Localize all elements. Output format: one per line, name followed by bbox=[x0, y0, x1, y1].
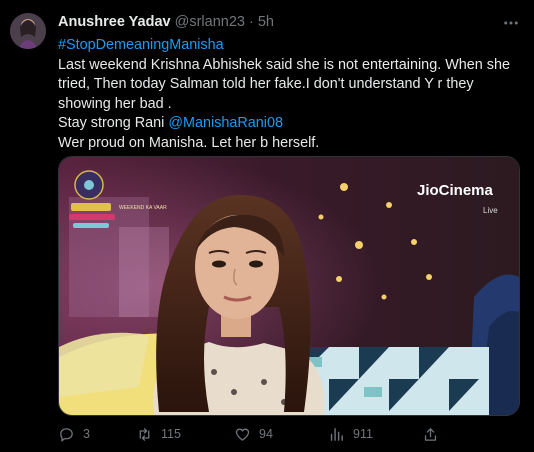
live-label: Live bbox=[483, 206, 498, 215]
tweet-header: Anushree Yadav @srlann23 · 5h bbox=[58, 14, 274, 30]
like-count: 94 bbox=[259, 427, 273, 441]
author-name[interactable]: Anushree Yadav bbox=[58, 14, 171, 30]
author-handle[interactable]: @srlann23 bbox=[175, 14, 245, 30]
tweet-text: #StopDemeaningManisha Last weekend Krish… bbox=[58, 36, 522, 153]
more-options-button[interactable] bbox=[500, 12, 522, 34]
photo-scene: WEEKEND KA VAAR JioCinema Live bbox=[59, 157, 519, 415]
retweet-button[interactable]: 115 bbox=[136, 424, 181, 444]
tweet-line: Wer proud on Manisha. Let her b herself. bbox=[58, 134, 320, 151]
views-count: 911 bbox=[353, 427, 373, 441]
patterned-cushion bbox=[299, 347, 489, 415]
heart-icon bbox=[235, 428, 250, 441]
views-button[interactable]: 911 bbox=[328, 424, 373, 444]
show-logo-text: WEEKEND KA VAAR bbox=[119, 205, 167, 211]
separator-dot: · bbox=[248, 14, 254, 30]
retweet-count: 115 bbox=[161, 427, 181, 441]
like-button[interactable]: 94 bbox=[234, 424, 273, 444]
mention-link[interactable]: @ManishaRani08 bbox=[168, 115, 283, 131]
more-icon bbox=[504, 21, 518, 25]
retweet-icon bbox=[139, 427, 150, 441]
views-icon bbox=[330, 427, 343, 441]
reply-button[interactable]: 3 bbox=[58, 424, 90, 444]
avatar-image bbox=[10, 13, 46, 49]
media-image[interactable]: WEEKEND KA VAAR JioCinema Live bbox=[58, 156, 520, 416]
tweet-line: Stay strong Rani bbox=[58, 115, 169, 131]
action-bar: 3 115 94 911 bbox=[58, 424, 528, 444]
tweet-timestamp[interactable]: 5h bbox=[258, 14, 274, 30]
hashtag-link[interactable]: #StopDemeaningManisha bbox=[58, 37, 224, 53]
jiocinema-watermark: JioCinema bbox=[417, 182, 494, 199]
share-icon bbox=[424, 427, 437, 441]
avatar[interactable] bbox=[10, 13, 46, 49]
tweet-line: Last weekend Krishna Abhishek said she i… bbox=[58, 56, 510, 112]
reply-icon bbox=[60, 427, 73, 442]
reply-count: 3 bbox=[83, 427, 90, 441]
tweet[interactable]: Anushree Yadav @srlann23 · 5h #StopDemea… bbox=[0, 0, 534, 452]
share-button[interactable] bbox=[422, 424, 439, 444]
